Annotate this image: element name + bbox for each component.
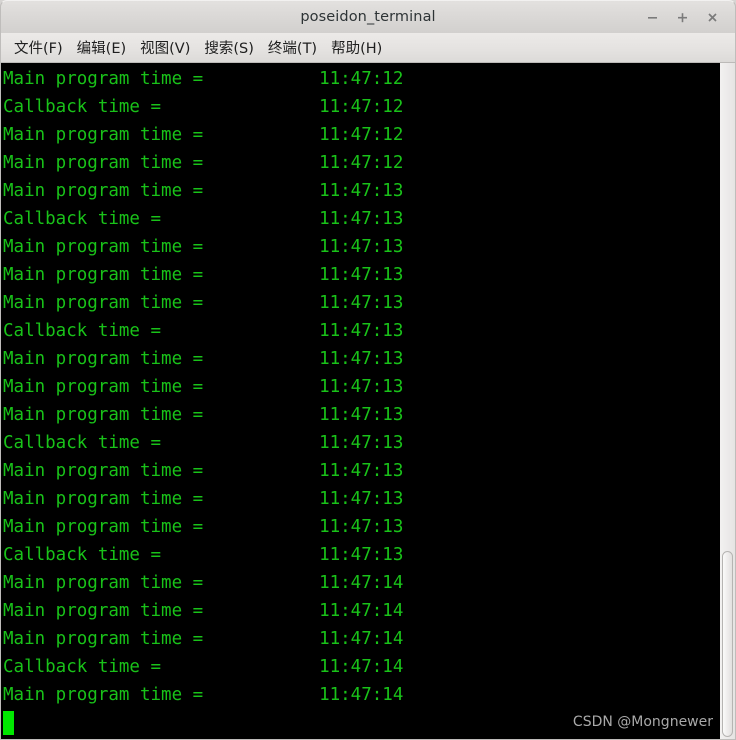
terminal-line: Main program time = 11:47:13: [3, 181, 404, 201]
terminal-line: Callback time = 11:47:12: [3, 97, 404, 117]
terminal-line: Main program time = 11:47:14: [3, 685, 404, 705]
terminal-body: Main program time = 11:47:12 Callback tim…: [0, 63, 736, 740]
window-title: poseidon_terminal: [300, 9, 436, 25]
terminal-line: Main program time = 11:47:13: [3, 349, 404, 369]
terminal-cursor: [3, 711, 14, 735]
close-button[interactable]: [697, 4, 727, 32]
terminal-line: Main program time = 11:47:13: [3, 517, 404, 537]
window-controls: [637, 1, 727, 34]
menubar: 文件(F) 编辑(E) 视图(V) 搜索(S) 终端(T) 帮助(H): [0, 33, 736, 63]
terminal-line: Callback time = 11:47:13: [3, 545, 404, 565]
menu-item-view[interactable]: 视图(V): [133, 34, 197, 62]
terminal-line: Main program time = 11:47:12: [3, 153, 404, 173]
minimize-button[interactable]: [637, 4, 667, 32]
terminal-scrollbar[interactable]: [719, 63, 735, 739]
terminal-line: Main program time = 11:47:12: [3, 69, 404, 89]
menu-item-terminal[interactable]: 终端(T): [261, 34, 324, 62]
terminal-line: Main program time = 11:47:14: [3, 573, 404, 593]
menu-item-search[interactable]: 搜索(S): [197, 34, 261, 62]
terminal-window: poseidon_terminal 文件(F) 编辑(E) 视图(V) 搜索(S…: [0, 0, 736, 740]
terminal-line: Main program time = 11:47:13: [3, 489, 404, 509]
terminal-line: Main program time = 11:47:14: [3, 601, 404, 621]
terminal-line: Main program time = 11:47:14: [3, 629, 404, 649]
terminal-line: Main program time = 11:47:13: [3, 293, 404, 313]
terminal-cursor-line: [3, 709, 719, 737]
terminal-line: Main program time = 11:47:13: [3, 377, 404, 397]
titlebar[interactable]: poseidon_terminal: [0, 0, 736, 33]
scrollbar-thumb[interactable]: [722, 551, 733, 737]
terminal-line: Main program time = 11:47:13: [3, 265, 404, 285]
terminal-line: Main program time = 11:47:13: [3, 461, 404, 481]
terminal-line: Callback time = 11:47:13: [3, 209, 404, 229]
terminal-line: Callback time = 11:47:13: [3, 321, 404, 341]
terminal-line: Callback time = 11:47:14: [3, 657, 404, 677]
terminal-line: Main program time = 11:47:12: [3, 125, 404, 145]
terminal-line: Main program time = 11:47:13: [3, 237, 404, 257]
terminal-line: Main program time = 11:47:13: [3, 405, 404, 425]
menu-item-file[interactable]: 文件(F): [7, 34, 70, 62]
maximize-button[interactable]: [667, 4, 697, 32]
menu-item-help[interactable]: 帮助(H): [324, 34, 389, 62]
menu-item-edit[interactable]: 编辑(E): [70, 34, 133, 62]
terminal-line: Callback time = 11:47:13: [3, 433, 404, 453]
terminal-output[interactable]: Main program time = 11:47:12 Callback tim…: [1, 63, 719, 739]
